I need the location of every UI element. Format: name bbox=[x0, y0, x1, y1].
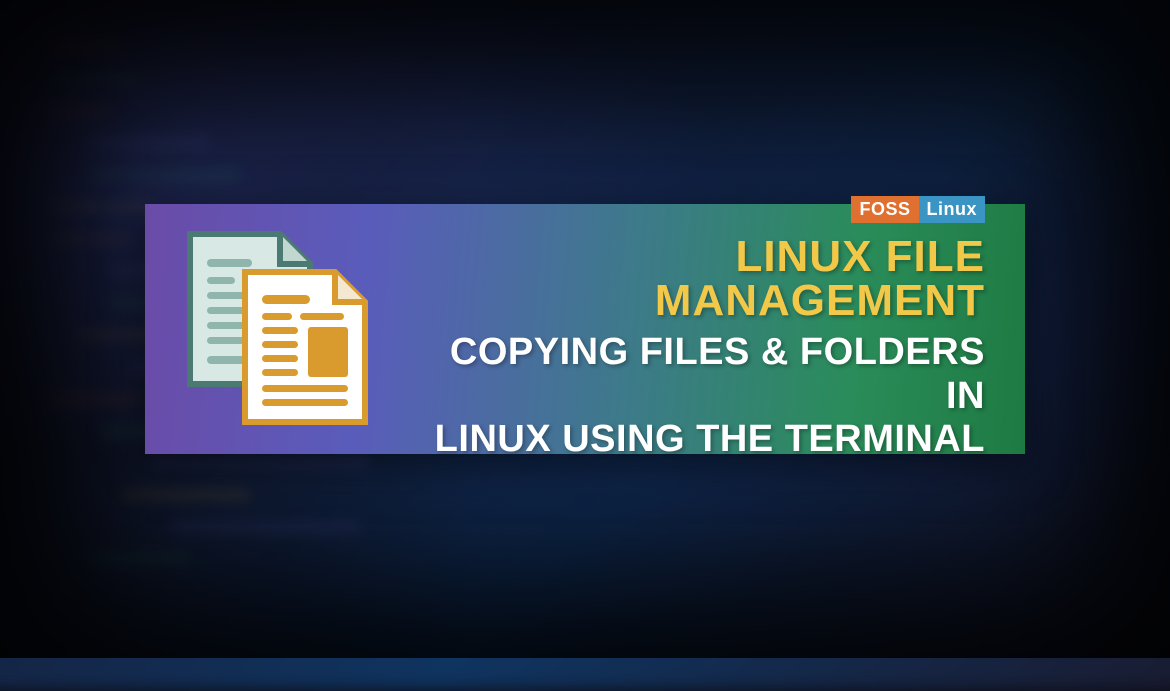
banner-title: LINUX FILE MANAGEMENT bbox=[400, 235, 985, 323]
logo-foss-part: FOSS bbox=[851, 196, 918, 223]
title-banner: FOSS Linux LINUX FILE MANAGEMENT COPYING… bbox=[145, 204, 1025, 454]
banner-subtitle-line1: COPYING FILES & FOLDERS IN bbox=[400, 331, 985, 418]
banner-text-content: FOSS Linux LINUX FILE MANAGEMENT COPYING… bbox=[400, 196, 995, 462]
banner-subtitle-line2: LINUX USING THE TERMINAL bbox=[400, 418, 985, 462]
documents-icon bbox=[185, 229, 385, 429]
document-front-icon bbox=[240, 267, 370, 427]
foss-linux-logo: FOSS Linux bbox=[851, 196, 985, 223]
logo-linux-part: Linux bbox=[919, 196, 986, 223]
